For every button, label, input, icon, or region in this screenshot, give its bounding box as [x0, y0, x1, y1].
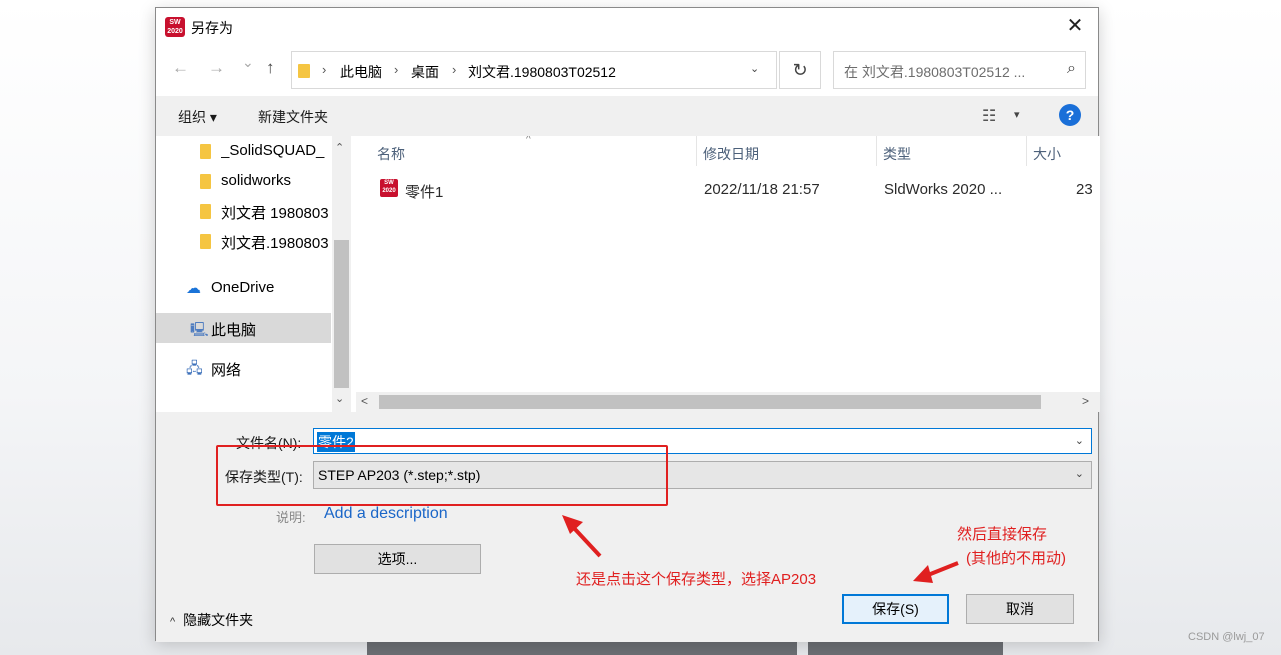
- annotation-note-save-line2: (其他的不用动): [966, 550, 1066, 567]
- sidebar-item-solidsquad[interactable]: _SolidSQUAD_: [156, 136, 331, 166]
- navigation-scrollbar[interactable]: ⌃ ⌄: [332, 136, 351, 412]
- sidebar-item-network[interactable]: 🖧 网络: [156, 353, 331, 383]
- breadcrumb-separator: ›: [452, 62, 457, 77]
- network-icon: 🖧: [186, 360, 203, 377]
- sidebar-item-folder-liu2[interactable]: 刘文君.1980803: [156, 226, 331, 256]
- sidebar-item-solidworks[interactable]: solidworks: [156, 166, 331, 196]
- navigation-pane: _SolidSQUAD_ solidworks 刘文君 1980803 刘文君.…: [156, 136, 351, 412]
- scroll-down-icon[interactable]: ⌄: [335, 392, 344, 405]
- column-header-modified[interactable]: 修改日期: [703, 144, 759, 164]
- sidebar-item-onedrive[interactable]: ☁ OneDrive: [156, 273, 331, 303]
- table-row[interactable]: SW 2020 零件1 2022/11/18 21:57 SldWorks 20…: [376, 176, 1100, 204]
- dialog-title: 另存为: [191, 20, 233, 36]
- onedrive-cloud-icon: ☁: [186, 280, 201, 297]
- sort-indicator-icon: ^: [526, 136, 531, 145]
- scrollbar-thumb[interactable]: [334, 240, 349, 388]
- breadcrumb-separator: ›: [322, 62, 327, 77]
- cancel-button[interactable]: 取消: [966, 594, 1074, 624]
- recent-locations-icon[interactable]: ⌄: [242, 54, 254, 71]
- folder-icon: [200, 144, 211, 159]
- hide-folders-toggle[interactable]: ^ 隐藏文件夹: [170, 610, 253, 630]
- breadcrumb-separator: ›: [394, 62, 399, 77]
- chevron-down-icon[interactable]: ⌄: [1075, 467, 1084, 480]
- annotation-highlight-box: [216, 445, 668, 506]
- folder-icon: [200, 204, 211, 219]
- folder-icon: [200, 174, 211, 189]
- back-arrow-icon[interactable]: ←: [172, 58, 189, 78]
- computer-icon: 🖳: [190, 321, 209, 337]
- help-icon[interactable]: ?: [1059, 104, 1081, 126]
- column-divider: [1026, 136, 1027, 166]
- sidebar-item-this-pc[interactable]: 🖳 此电脑: [156, 313, 331, 343]
- column-header-name[interactable]: 名称: [377, 144, 405, 164]
- address-row: ← → ⌄ ↑ › 此电脑 › 桌面 › 刘文君.1980803T02512 ⌄…: [156, 50, 1098, 90]
- options-button[interactable]: 选项...: [314, 544, 481, 574]
- annotation-note-filetype: 还是点击这个保存类型，选择AP203: [576, 571, 817, 588]
- organize-button[interactable]: 组织 ▾: [178, 107, 217, 127]
- sidebar-item-label: 网络: [211, 362, 242, 379]
- new-folder-button[interactable]: 新建文件夹: [258, 107, 328, 127]
- forward-arrow-icon[interactable]: →: [208, 58, 225, 78]
- folder-icon: [298, 64, 310, 78]
- sidebar-item-label: OneDrive: [211, 279, 275, 296]
- file-modified: 2022/11/18 21:57: [704, 181, 820, 198]
- refresh-button[interactable]: ↻: [779, 51, 821, 89]
- up-arrow-icon[interactable]: ↑: [266, 58, 275, 78]
- sidebar-item-label: solidworks: [221, 172, 292, 189]
- breadcrumb-desktop[interactable]: 桌面: [411, 62, 439, 82]
- breadcrumb-this-pc[interactable]: 此电脑: [340, 62, 382, 82]
- column-divider: [876, 136, 877, 166]
- sidebar-item-folder-liu1[interactable]: 刘文君 1980803: [156, 196, 331, 226]
- title-bar: SW 2020 另存为 ✕: [156, 8, 1098, 46]
- breadcrumb-current-folder[interactable]: 刘文君.1980803T02512: [468, 62, 616, 82]
- sidebar-item-label: _SolidSQUAD_: [221, 142, 325, 159]
- annotation-note-save-line1: 然后直接保存: [957, 526, 1048, 543]
- save-as-dialog: SW 2020 另存为 ✕ ← → ⌄ ↑ › 此电脑 › 桌面 › 刘文君.1…: [155, 7, 1100, 642]
- file-name: 零件1: [405, 184, 444, 201]
- column-divider: [696, 136, 697, 166]
- background-window-bar: [367, 640, 797, 655]
- scroll-right-icon[interactable]: >: [1082, 394, 1089, 408]
- file-list: ^ 名称 修改日期 类型 大小 SW 2020 零件1 2022/11/18 2…: [356, 136, 1100, 392]
- scroll-up-icon[interactable]: ⌃: [335, 141, 344, 154]
- sidebar-item-label: 刘文君.1980803: [221, 235, 329, 252]
- file-type: SldWorks 2020 ...: [884, 181, 1003, 198]
- scrollbar-thumb[interactable]: [379, 395, 1041, 409]
- background-window-bar: [808, 640, 1003, 655]
- address-bar[interactable]: › 此电脑 › 桌面 › 刘文君.1980803T02512 ⌄: [291, 51, 777, 89]
- address-dropdown-icon[interactable]: ⌄: [750, 62, 759, 75]
- search-input[interactable]: 在 刘文君.1980803T02512 ... ⌕: [833, 51, 1086, 89]
- column-header-size[interactable]: 大小: [1033, 144, 1061, 164]
- watermark: CSDN @lwj_07: [1188, 631, 1265, 643]
- sidebar-item-label: 此电脑: [211, 322, 257, 339]
- add-description-link[interactable]: Add a description: [324, 505, 448, 523]
- command-bar: 组织 ▾ 新建文件夹 ☷ ▾ ?: [156, 96, 1098, 136]
- save-button[interactable]: 保存(S): [842, 594, 949, 624]
- column-header-type[interactable]: 类型: [883, 144, 911, 164]
- close-button[interactable]: ✕: [1052, 8, 1098, 44]
- file-list-horizontal-scrollbar[interactable]: < >: [356, 392, 1100, 412]
- scroll-left-icon[interactable]: <: [361, 394, 368, 408]
- hide-folders-label: 隐藏文件夹: [183, 612, 254, 628]
- folder-icon: [200, 234, 211, 249]
- solidworks-part-icon: SW 2020: [380, 179, 398, 197]
- sidebar-item-label: 刘文君 1980803: [221, 205, 329, 222]
- solidworks-app-icon: SW 2020: [165, 17, 185, 37]
- chevron-up-icon: ^: [170, 616, 176, 628]
- search-icon: ⌕: [1067, 60, 1076, 77]
- description-label: 说明:: [276, 510, 306, 525]
- view-options-icon[interactable]: ☷: [982, 106, 996, 126]
- chevron-down-icon[interactable]: ⌄: [1075, 434, 1084, 447]
- search-placeholder: 在 刘文君.1980803T02512 ...: [844, 64, 1026, 80]
- file-size: 23: [1076, 181, 1093, 198]
- view-dropdown-icon[interactable]: ▾: [1014, 108, 1020, 121]
